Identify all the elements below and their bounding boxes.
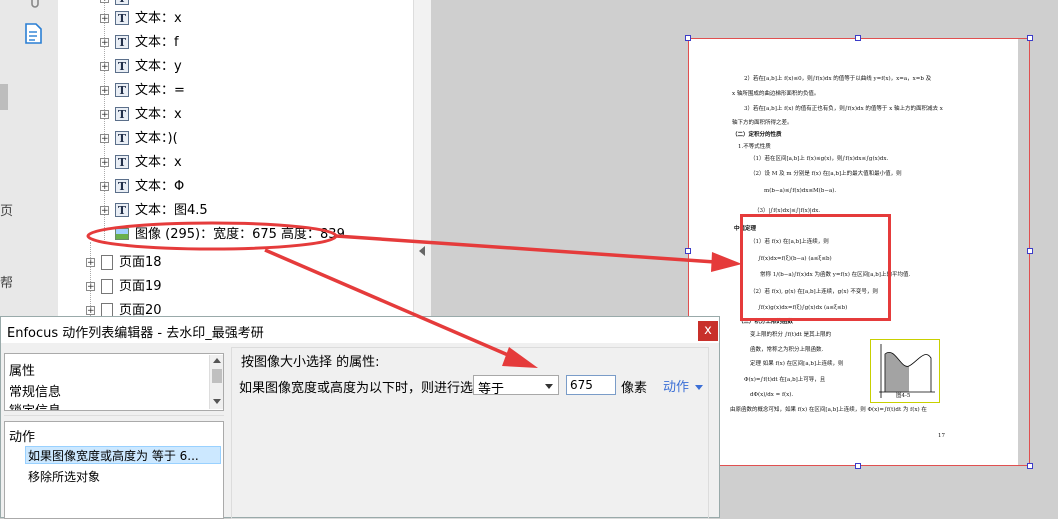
text-object-icon: T xyxy=(115,155,129,169)
page-icon xyxy=(101,279,113,294)
expand-icon[interactable]: + xyxy=(100,206,109,216)
tree-row-text[interactable]: + T 文本：= xyxy=(100,80,420,102)
tree-row-label: 文本：x xyxy=(135,155,182,170)
comparison-select[interactable]: 等于 xyxy=(473,375,559,397)
tree-row-label: 文本：y xyxy=(135,59,182,74)
tree-row-text[interactable]: + T 文本：)( xyxy=(100,128,420,150)
text-object-icon: T xyxy=(115,11,129,25)
close-button[interactable]: x xyxy=(698,321,718,341)
page-icon xyxy=(101,255,113,270)
tree-row-label: 文本：f xyxy=(135,35,179,50)
tree-row-label: 文本：图4.5 xyxy=(135,203,208,218)
content-tree-panel: + T + T 文本：x + T 文本：f + T 文本：y + T 文本：= + T 文本：x + T 文本：)… xyxy=(58,0,431,320)
text-object-icon: T xyxy=(115,179,129,193)
action-item-remove[interactable]: 移除所选对象 xyxy=(28,468,100,485)
expand-icon[interactable]: + xyxy=(100,38,109,48)
comparison-select-value: 等于 xyxy=(478,382,505,397)
tree-row-label: 文本：Φ xyxy=(135,179,185,194)
text-object-icon: T xyxy=(115,0,129,5)
resize-handle-top-right[interactable] xyxy=(1027,35,1033,41)
tree-row-text[interactable]: + T 文本：f xyxy=(100,32,420,54)
expand-icon[interactable]: + xyxy=(100,110,109,120)
tree-row-page[interactable]: + 页面19 xyxy=(86,276,286,298)
tree-row-text[interactable]: + T 文本：x xyxy=(100,152,420,174)
dialog-titlebar[interactable]: Enfocus 动作列表编辑器 - 去水印_最强考研 x xyxy=(1,317,719,343)
text-object-icon: T xyxy=(115,59,129,73)
resize-handle-bottom[interactable] xyxy=(855,463,861,469)
image-object-icon xyxy=(115,228,129,240)
partial-label-help: 帮 xyxy=(0,276,14,291)
tree-page-label: 页面19 xyxy=(119,279,162,294)
attachment-icon[interactable] xyxy=(22,0,44,14)
attribute-list-scrollbar[interactable] xyxy=(209,355,223,409)
expand-icon[interactable]: + xyxy=(86,306,95,316)
tree-page-label: 页面18 xyxy=(119,255,162,270)
tree-row-label: 文本：x xyxy=(135,107,182,122)
action-list[interactable]: 动作 如果图像宽度或高度为 等于 6... 移除所选对象 xyxy=(4,421,224,519)
text-object-icon: T xyxy=(115,35,129,49)
text-object-icon: T xyxy=(115,131,129,145)
tree-row-text[interactable]: + T 文本：图4.5 xyxy=(100,200,420,222)
expand-icon[interactable]: + xyxy=(100,0,109,4)
dialog-title: Enfocus 动作列表编辑器 - 去水印_最强考研 xyxy=(7,326,264,341)
attr-item-lock-info[interactable]: 锁定信息 xyxy=(9,400,61,410)
expand-icon[interactable]: + xyxy=(100,134,109,144)
expand-icon[interactable]: + xyxy=(100,86,109,96)
tree-row-page[interactable]: + 页面18 xyxy=(86,252,286,274)
tree-row-label: 文本：)( xyxy=(135,131,178,146)
action-menu-link[interactable]: 动作 xyxy=(663,376,704,395)
action-item-condition[interactable]: 如果图像宽度或高度为 等于 6... xyxy=(28,447,199,464)
tree-row-text[interactable]: + T 文本：y xyxy=(100,56,420,78)
attr-item-properties[interactable]: 属性 xyxy=(9,360,35,379)
properties-header: 按图像大小选择 的属性: xyxy=(239,351,382,370)
resize-handle-left[interactable] xyxy=(685,248,691,254)
expand-icon[interactable]: + xyxy=(100,158,109,168)
resize-handle-bottom-right[interactable] xyxy=(1027,463,1033,469)
action-list-editor-dialog: Enfocus 动作列表编辑器 - 去水印_最强考研 x 属性 常规信息 锁定信… xyxy=(0,316,720,519)
tree-row-label: 文本：x xyxy=(135,11,182,26)
expand-icon[interactable]: + xyxy=(100,14,109,24)
expand-icon[interactable]: + xyxy=(100,182,109,192)
highlight-box xyxy=(740,214,891,321)
attr-item-general-info[interactable]: 常规信息 xyxy=(9,381,61,400)
action-menu-label: 动作 xyxy=(663,380,690,395)
tree-row-label: 文本：= xyxy=(135,83,185,98)
text-object-icon: T xyxy=(115,107,129,121)
attribute-list[interactable]: 属性 常规信息 锁定信息 xyxy=(4,353,224,411)
size-value-input[interactable]: 675 xyxy=(566,375,616,395)
text-object-icon: T xyxy=(115,203,129,217)
text-object-icon: T xyxy=(115,83,129,97)
tree-row-image[interactable]: 图像 (295)：宽度：675 高度：839 xyxy=(100,224,420,246)
chevron-down-icon xyxy=(544,380,554,394)
navigation-icon-strip: 页 帮 xyxy=(0,0,59,320)
divider xyxy=(4,415,224,416)
unit-label: 像素 xyxy=(621,381,648,396)
properties-group xyxy=(231,347,709,519)
actions-header: 动作 xyxy=(9,430,36,445)
panel-tab-marker xyxy=(0,84,8,110)
tree-row-text[interactable]: + T 文本：x xyxy=(100,104,420,126)
content-panel-icon[interactable] xyxy=(22,22,44,44)
expand-icon[interactable]: + xyxy=(86,282,95,292)
partial-label-page: 页 xyxy=(0,204,14,219)
expand-icon[interactable]: + xyxy=(86,258,95,268)
condition-label: 如果图像宽度或高度为以下时，则进行选择 xyxy=(239,381,487,396)
tree-row-text[interactable]: + T 文本：Φ xyxy=(100,176,420,198)
resize-handle-top-left[interactable] xyxy=(685,35,691,41)
tree-scrollbar[interactable] xyxy=(413,0,431,320)
tree-row-text[interactable]: + T 文本：x xyxy=(100,8,420,30)
tree-row-label: 图像 (295)：宽度：675 高度：839 xyxy=(135,227,345,242)
resize-handle-right[interactable] xyxy=(1027,248,1033,254)
resize-handle-top[interactable] xyxy=(855,35,861,41)
expand-icon[interactable]: + xyxy=(100,62,109,72)
